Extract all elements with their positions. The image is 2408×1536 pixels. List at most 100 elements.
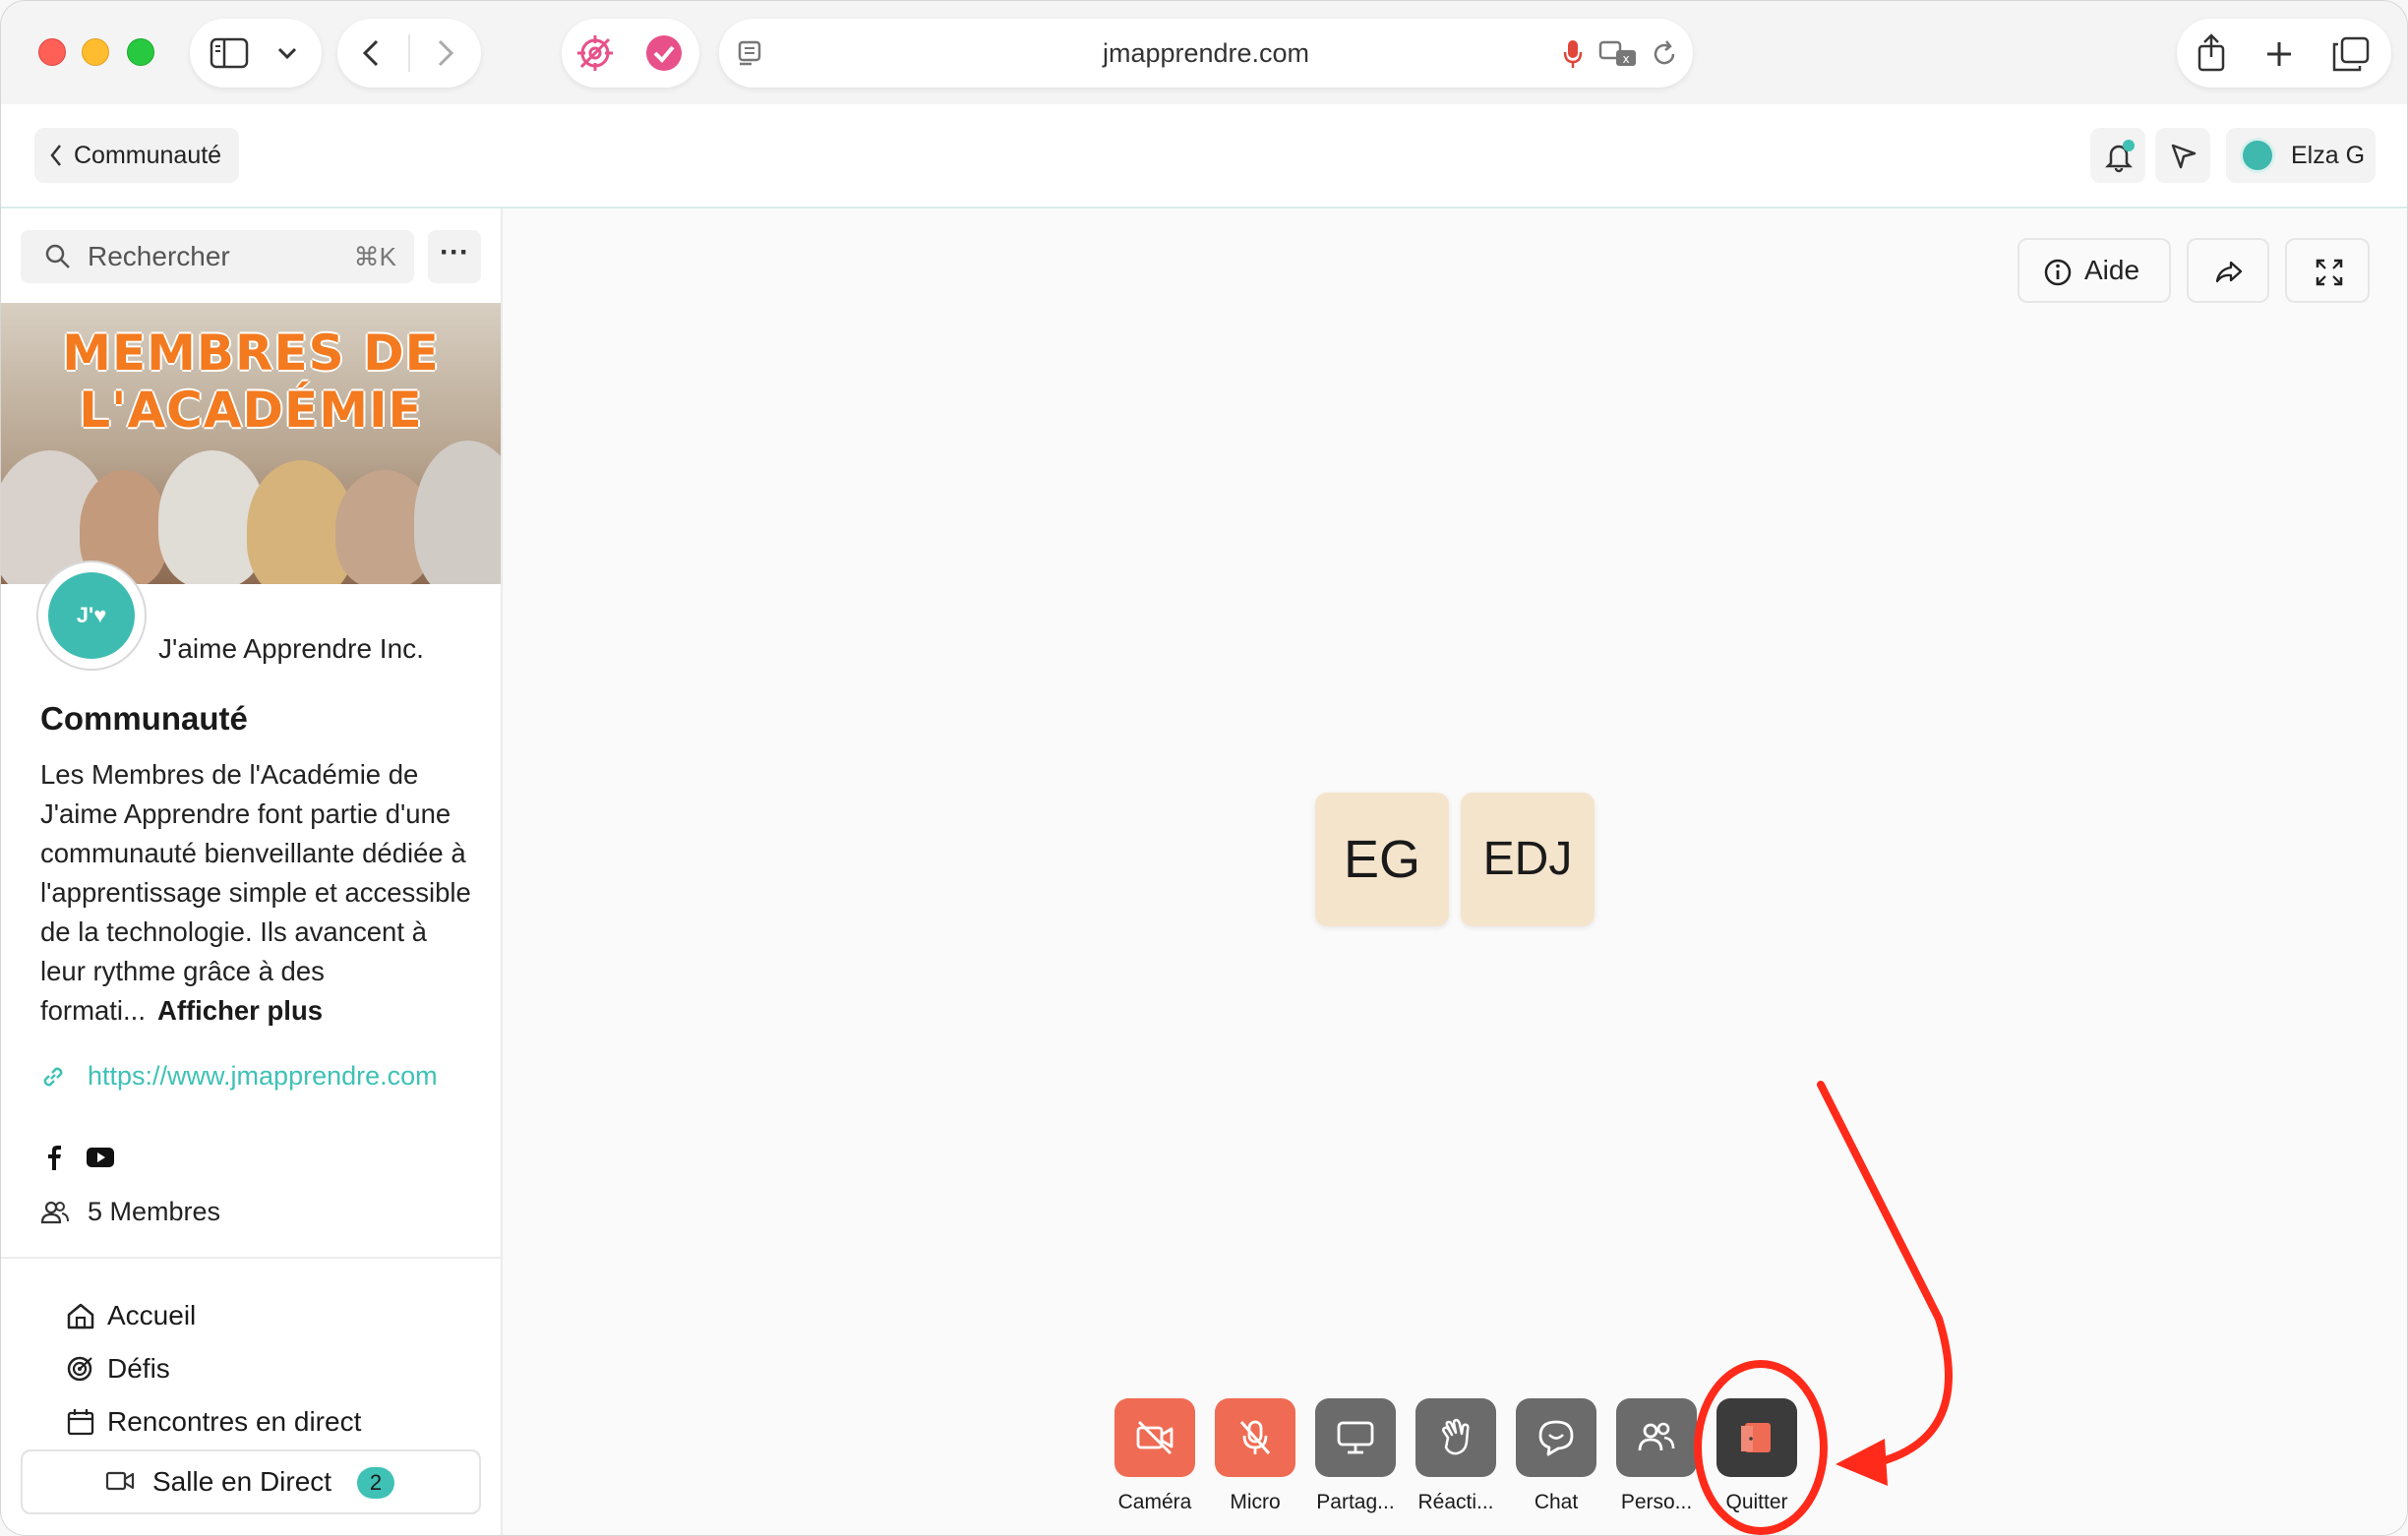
reactions-control[interactable]: Réacti... bbox=[1415, 1398, 1496, 1514]
check-extension-icon[interactable] bbox=[644, 33, 684, 73]
sidebar-divider bbox=[1, 1257, 501, 1259]
back-arrow-icon[interactable] bbox=[361, 38, 381, 68]
app-header: Communauté Elza G bbox=[1, 104, 2407, 208]
control-label: Réacti... bbox=[1417, 1491, 1494, 1513]
members-label: 5 Membres bbox=[88, 1197, 221, 1226]
new-tab-icon[interactable] bbox=[2265, 40, 2293, 68]
highlight-circle bbox=[1694, 1360, 1828, 1535]
help-button[interactable]: Aide bbox=[2017, 238, 2171, 303]
hand-wave-icon bbox=[1441, 1418, 1470, 1455]
chevron-down-icon[interactable] bbox=[276, 45, 298, 61]
bell-icon bbox=[2104, 140, 2135, 173]
minimize-window-button[interactable] bbox=[82, 38, 109, 66]
meeting-area: Aide EG EDJ Caméra Micro Partag... Réact… bbox=[503, 208, 2407, 1535]
description-text: Les Membres de l'Académie de J'aime Appr… bbox=[40, 759, 471, 1026]
chat-button[interactable] bbox=[1516, 1398, 1596, 1477]
chat-icon bbox=[1538, 1420, 1574, 1456]
community-sidebar: Rechercher ⌘K ··· MEMBRES DE L'ACADÉMIE … bbox=[1, 208, 503, 1535]
annotation-arrow-line bbox=[1817, 1081, 1953, 1470]
user-name: Elza G bbox=[2291, 142, 2366, 169]
reactions-button[interactable] bbox=[1415, 1398, 1496, 1477]
camera-off-icon bbox=[1136, 1420, 1174, 1455]
notifications-button[interactable] bbox=[2090, 128, 2145, 183]
org-logo[interactable]: J'♥ bbox=[36, 561, 147, 671]
control-label: Partag... bbox=[1316, 1491, 1395, 1513]
chevron-left-icon bbox=[50, 145, 61, 166]
reload-icon[interactable] bbox=[1650, 39, 1679, 69]
control-label: Caméra bbox=[1117, 1491, 1192, 1513]
user-menu-button[interactable]: Elza G bbox=[2226, 128, 2376, 183]
banner-title: MEMBRES DE L'ACADÉMIE bbox=[62, 325, 440, 439]
mic-control[interactable]: Micro bbox=[1215, 1398, 1295, 1514]
tab-overview-icon[interactable] bbox=[2332, 36, 2370, 72]
share-meeting-button[interactable] bbox=[2187, 238, 2269, 303]
fullscreen-button[interactable] bbox=[2285, 238, 2370, 303]
extensions-group bbox=[562, 19, 699, 88]
people-button[interactable] bbox=[1616, 1398, 1697, 1477]
sidebar-toggle-group bbox=[190, 19, 322, 88]
website-link[interactable]: https://www.jmapprendre.com bbox=[40, 1056, 473, 1095]
sidebar-item-label: Rencontres en direct bbox=[107, 1406, 362, 1437]
org-name[interactable]: J'aime Apprendre Inc. bbox=[158, 633, 424, 665]
share-arrow-icon bbox=[2215, 261, 2243, 283]
show-more-link[interactable]: Afficher plus bbox=[157, 995, 323, 1026]
participant-tile[interactable]: EG bbox=[1315, 793, 1449, 926]
video-camera-icon bbox=[105, 1471, 135, 1491]
browser-window: jmapprendre.com x Communauté Elza G Rech… bbox=[0, 0, 2408, 1536]
camera-toggle-button[interactable] bbox=[1114, 1398, 1195, 1477]
mic-off-icon bbox=[1239, 1420, 1271, 1454]
info-icon bbox=[2044, 259, 2072, 286]
zoom-window-button[interactable] bbox=[127, 38, 154, 66]
fullscreen-icon bbox=[2316, 259, 2343, 286]
search-input[interactable]: Rechercher ⌘K bbox=[21, 230, 414, 283]
community-title: Communauté bbox=[40, 700, 248, 737]
more-options-button[interactable]: ··· bbox=[428, 230, 481, 283]
forward-arrow-icon[interactable] bbox=[436, 38, 455, 68]
live-room-label: Salle en Direct bbox=[152, 1466, 332, 1497]
sidebar-icon[interactable] bbox=[210, 37, 249, 69]
chat-control[interactable]: Chat bbox=[1516, 1398, 1596, 1514]
translate-icon[interactable]: x bbox=[1598, 39, 1638, 69]
leave-annotation-overlay bbox=[1694, 1081, 1953, 1535]
close-window-button[interactable] bbox=[38, 38, 66, 66]
website-url: https://www.jmapprendre.com bbox=[88, 1061, 438, 1091]
camera-control[interactable]: Caméra bbox=[1114, 1398, 1195, 1514]
mic-toggle-button[interactable] bbox=[1215, 1398, 1295, 1477]
screen-share-control[interactable]: Partag... bbox=[1315, 1398, 1396, 1514]
sidebar-item-label: Défis bbox=[107, 1353, 170, 1384]
search-icon bbox=[45, 244, 70, 268]
youtube-icon[interactable] bbox=[86, 1147, 115, 1168]
send-icon bbox=[2171, 144, 2197, 169]
people-icon bbox=[1638, 1422, 1675, 1451]
screen-share-icon bbox=[1337, 1421, 1374, 1454]
help-label: Aide bbox=[2084, 255, 2140, 285]
tracker-blocker-icon[interactable] bbox=[575, 33, 615, 73]
avatar bbox=[2240, 138, 2275, 173]
screen-share-button[interactable] bbox=[1315, 1398, 1396, 1477]
control-label: Perso... bbox=[1620, 1491, 1693, 1513]
history-nav-group bbox=[337, 19, 481, 88]
annotation-arrow-head bbox=[1836, 1439, 1888, 1486]
live-room-count-badge: 2 bbox=[357, 1467, 394, 1499]
participant-tile[interactable]: EDJ bbox=[1461, 793, 1595, 926]
address-bar[interactable]: jmapprendre.com x bbox=[719, 19, 1693, 88]
target-icon bbox=[67, 1356, 92, 1382]
url-text: jmapprendre.com bbox=[1102, 38, 1310, 68]
back-button-label: Communauté bbox=[74, 141, 222, 169]
community-description: Les Membres de l'Académie de J'aime Appr… bbox=[40, 755, 473, 1031]
messages-button[interactable] bbox=[2155, 128, 2210, 183]
home-icon bbox=[67, 1303, 94, 1329]
community-banner: MEMBRES DE L'ACADÉMIE bbox=[1, 303, 501, 584]
microphone-icon[interactable] bbox=[1563, 38, 1583, 70]
people-control[interactable]: Perso... bbox=[1616, 1398, 1697, 1514]
svg-text:x: x bbox=[1622, 52, 1629, 66]
control-label: Chat bbox=[1534, 1491, 1579, 1513]
link-icon bbox=[43, 1067, 63, 1087]
sidebar-item-label: Accueil bbox=[107, 1300, 197, 1330]
browser-toolbar: jmapprendre.com x bbox=[1, 1, 2407, 104]
sidebar-item-live-room[interactable]: Salle en Direct 2 bbox=[21, 1449, 481, 1514]
facebook-icon[interactable] bbox=[44, 1145, 62, 1170]
back-to-community-button[interactable]: Communauté bbox=[34, 128, 239, 183]
share-icon[interactable] bbox=[2195, 32, 2228, 72]
search-placeholder: Rechercher bbox=[88, 241, 230, 271]
